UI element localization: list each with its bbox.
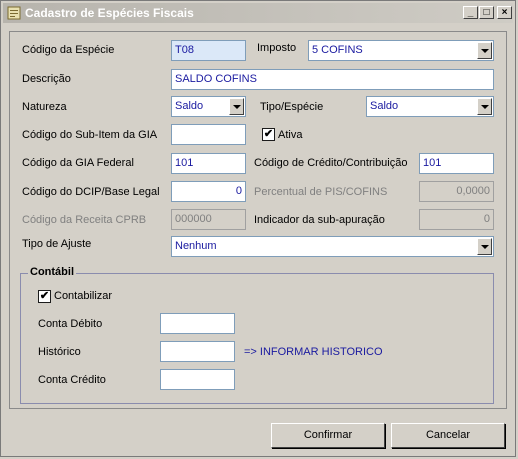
natureza-label: Natureza (22, 101, 67, 113)
title-bar[interactable]: Cadastro de Espécies Fiscais _ □ × (3, 3, 513, 23)
close-button[interactable]: × (497, 6, 512, 19)
conta-credito-input[interactable] (160, 369, 235, 390)
historico-hint: => INFORMAR HISTORICO (244, 346, 383, 358)
tipo-ajuste-select[interactable]: Nenhum (171, 236, 494, 257)
credito-contrib-label: Código de Crédito/Contribuição (254, 157, 408, 169)
percentual-label: Percentual de PIS/COFINS (254, 186, 388, 198)
natureza-value: Saldo (175, 100, 204, 112)
chevron-down-icon[interactable] (229, 98, 244, 115)
close-icon: × (501, 7, 508, 18)
window-title: Cadastro de Espécies Fiscais (25, 6, 194, 20)
tipo-especie-value: Saldo (370, 100, 399, 112)
imposto-select[interactable]: 5 COFINS (308, 40, 494, 61)
gia-federal-input[interactable]: 101 (171, 153, 246, 174)
dcip-input[interactable]: 0 (171, 181, 246, 202)
cancel-button[interactable]: Cancelar (391, 423, 505, 448)
historico-label: Histórico (38, 346, 81, 358)
confirm-button[interactable]: Confirmar (271, 423, 385, 448)
dcip-label: Código do DCIP/Base Legal (22, 186, 160, 198)
imposto-label: Imposto (257, 42, 297, 54)
sub-apuracao-label: Indicador da sub-apuração (254, 214, 385, 226)
gia-federal-label: Código da GIA Federal (22, 157, 134, 169)
minimize-icon: _ (467, 7, 474, 18)
subitem-gia-label: Código do Sub-Item da GIA (22, 129, 158, 141)
tipo-especie-label: Tipo/Espécie (260, 101, 324, 113)
imposto-value: 5 COFINS (312, 44, 363, 56)
conta-debito-label: Conta Débito (38, 318, 103, 330)
conta-credito-label: Conta Crédito (38, 374, 106, 386)
app-icon (7, 6, 21, 20)
codigo-especie-input[interactable]: T08 (171, 40, 246, 61)
receita-cprb-input: 000000 (171, 209, 246, 230)
minimize-button[interactable]: _ (463, 6, 478, 19)
contabilizar-label: Contabilizar (54, 290, 113, 302)
chevron-down-icon[interactable] (477, 42, 492, 59)
tipo-ajuste-value: Nenhum (175, 240, 217, 252)
maximize-icon: □ (483, 7, 490, 18)
chevron-down-icon[interactable] (477, 238, 492, 255)
historico-input[interactable] (160, 341, 235, 362)
subitem-gia-input[interactable] (171, 124, 246, 145)
conta-debito-input[interactable] (160, 313, 235, 334)
natureza-select[interactable]: Saldo (171, 96, 246, 117)
tipo-ajuste-label: Tipo de Ajuste (22, 238, 92, 250)
tipo-especie-select[interactable]: Saldo (366, 96, 494, 117)
sub-apuracao-input: 0 (419, 209, 494, 230)
check-icon: ✔ (263, 128, 274, 140)
codigo-especie-label: Código da Espécie (22, 44, 115, 56)
contabil-group-label: Contábil (28, 266, 76, 278)
maximize-button[interactable]: □ (479, 6, 494, 19)
ativa-checkbox[interactable]: ✔ (262, 128, 275, 141)
receita-cprb-label: Código da Receita CPRB (22, 214, 147, 226)
credito-contrib-input[interactable]: 101 (419, 153, 494, 174)
descricao-label: Descrição (22, 73, 71, 85)
contabilizar-checkbox[interactable]: ✔ (38, 290, 51, 303)
check-icon: ✔ (39, 290, 50, 302)
ativa-label: Ativa (278, 129, 303, 141)
chevron-down-icon[interactable] (477, 98, 492, 115)
descricao-input[interactable]: SALDO COFINS (171, 69, 494, 90)
percentual-input: 0,0000 (419, 181, 494, 202)
